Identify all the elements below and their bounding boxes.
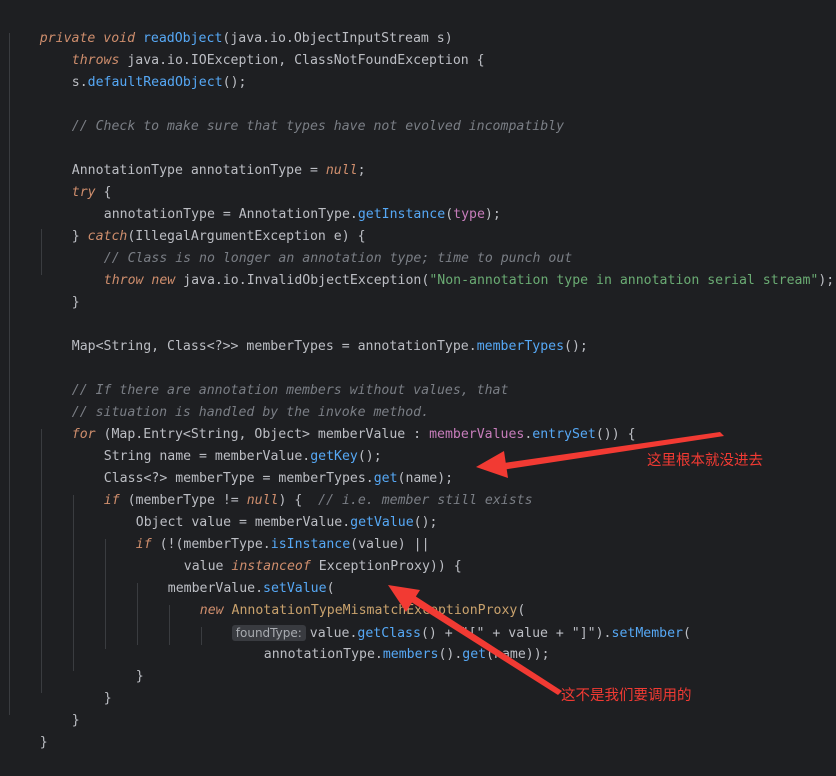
code-line-28[interactable]: foundType: value.getClass() + "[" + value… (200, 600, 691, 641)
code-text: ( (682, 626, 691, 641)
code-line-24[interactable]: if (!(memberType.isInstance(value) || (104, 512, 430, 552)
method-name: defaultReadObject (87, 75, 223, 90)
method-name: members (382, 647, 439, 662)
comment: // Check to make sure that types have no… (71, 119, 565, 134)
code-line-17[interactable]: // If there are annotation members witho… (40, 358, 509, 398)
code-line-13[interactable]: } (40, 270, 80, 310)
code-text: } (39, 735, 48, 750)
code-line-10[interactable]: } catch(IllegalArgumentException e) { (40, 204, 366, 244)
code-text: Map<String, Class<?>> memberTypes = anno… (71, 339, 477, 354)
code-line-11[interactable]: // Class is no longer an annotation type… (72, 226, 572, 266)
code-line-22[interactable]: if (memberType != null) { // i.e. member… (72, 468, 533, 508)
code-text: ); (484, 207, 501, 222)
code-line-7[interactable]: AnnotationType annotationType = null; (40, 138, 366, 178)
code-line-32[interactable]: } (40, 688, 80, 728)
code-text: ); (818, 273, 835, 288)
code-text: ; (357, 163, 366, 178)
code-line-33[interactable]: } (8, 710, 48, 750)
keyword: if (135, 537, 152, 552)
code-line-2[interactable]: throws java.io.IOException, ClassNotFoun… (40, 28, 485, 68)
code-line-9[interactable]: annotationType = AnnotationType.getInsta… (72, 182, 501, 222)
indent-guide (41, 429, 42, 693)
code-line-31[interactable]: } (72, 666, 112, 706)
annotation-note-2: 这不是我们要调用的 (561, 688, 692, 704)
code-line-21[interactable]: Class<?> memberType = memberTypes.get(na… (72, 446, 453, 486)
method-name: getInstance (357, 207, 446, 222)
keyword: null (325, 163, 358, 178)
field-name: memberValues (429, 427, 525, 442)
code-text: ( (445, 207, 454, 222)
code-text: (). (438, 647, 463, 662)
code-text: s. (71, 75, 88, 90)
code-line-20[interactable]: String name = memberValue.getKey(); (72, 424, 382, 464)
code-text: ()) { (595, 427, 636, 442)
code-line-3[interactable]: s.defaultReadObject(); (40, 50, 247, 90)
method-name: memberTypes (476, 339, 565, 354)
code-text: } (71, 713, 80, 728)
code-line-18[interactable]: // situation is handled by the invoke me… (40, 380, 429, 420)
code-line-5[interactable]: // Check to make sure that types have no… (40, 94, 564, 134)
code-text: (); (222, 75, 247, 90)
code-line-15[interactable]: Map<String, Class<?>> memberTypes = anno… (40, 314, 588, 354)
code-text: java.io.InvalidObjectException( (183, 273, 430, 288)
method-name: entrySet (532, 427, 596, 442)
string-literal: "Non-annotation type in annotation seria… (429, 273, 819, 288)
method-name: get (462, 647, 487, 662)
code-line-27[interactable]: new AnnotationTypeMismatchExceptionProxy… (168, 578, 526, 618)
annotation-note-1: 这里根本就没进去 (647, 453, 763, 469)
code-line-12[interactable]: throw new java.io.InvalidObjectException… (72, 248, 834, 288)
field-name: type (453, 207, 485, 222)
code-line-26[interactable]: memberValue.setValue( (136, 556, 335, 596)
code-text: (); (564, 339, 588, 354)
code-line-30[interactable]: } (104, 644, 144, 684)
code-line-29[interactable]: annotationType.members().get(name)); (232, 622, 550, 662)
code-text: (name)); (486, 647, 550, 662)
code-line-1[interactable]: private void readObject(java.io.ObjectIn… (8, 6, 453, 46)
code-text: } (135, 669, 144, 684)
code-line-25[interactable]: value instanceof ExceptionProxy)) { (152, 534, 462, 574)
code-line-19[interactable]: for (Map.Entry<String, Object> memberVal… (40, 402, 636, 442)
code-editor[interactable]: private void readObject(java.io.ObjectIn… (0, 0, 836, 750)
indent-guide (9, 33, 10, 715)
code-text: } (71, 295, 80, 310)
code-text: } (103, 691, 112, 706)
keyword: throw new (103, 273, 184, 288)
code-text: annotationType. (263, 647, 383, 662)
code-line-23[interactable]: Object value = memberValue.getValue(); (104, 490, 438, 530)
code-line-8[interactable]: try { (40, 160, 112, 200)
method-name: setMember (611, 626, 683, 641)
